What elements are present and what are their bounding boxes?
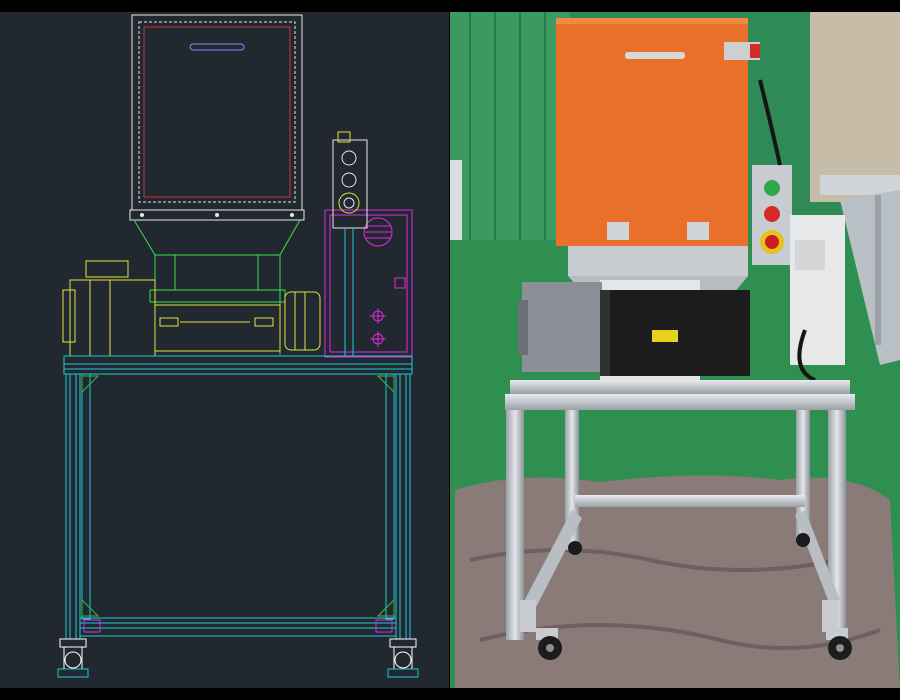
cad-chute (133, 219, 301, 355)
machine-photo (450, 12, 900, 688)
cad-control-box (324, 209, 413, 358)
cad-casters (57, 638, 419, 678)
cad-brackets (81, 375, 395, 633)
cad-hopper (129, 14, 305, 221)
cad-switch-panel (332, 131, 368, 356)
machine-photo-panel (450, 12, 900, 688)
cad-motor (62, 260, 321, 357)
cad-drawing-panel (0, 12, 449, 688)
cad-drawing (57, 14, 419, 678)
cad-frame (63, 355, 413, 640)
photo-hopper (556, 18, 760, 246)
photo-motor (518, 282, 750, 376)
